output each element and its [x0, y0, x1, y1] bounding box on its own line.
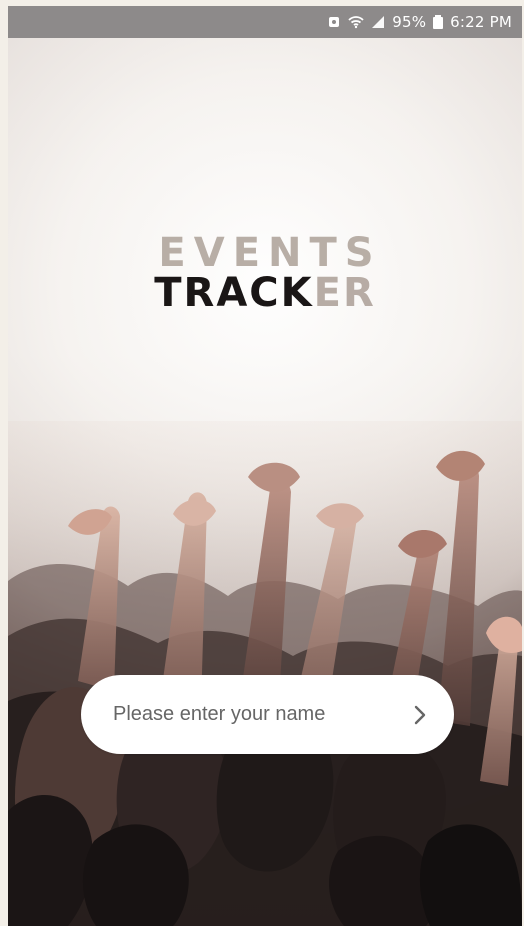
app-title-line-1: EVENTS — [158, 230, 382, 276]
app-screen: 95% 6:22 PM EVENTS TRACKER — [8, 6, 522, 926]
wifi-icon — [348, 14, 364, 30]
app-title-line-2: TRACKER — [8, 273, 522, 313]
battery-percent: 95% — [392, 13, 427, 31]
app-title-track: TRACK — [154, 270, 314, 316]
alarm-icon — [326, 14, 342, 30]
battery-icon — [432, 14, 444, 30]
status-bar-right: 95% 6:22 PM — [326, 6, 512, 38]
chevron-right-icon — [408, 703, 432, 727]
app-title-er: ER — [313, 270, 376, 316]
app-title: EVENTS TRACKER — [8, 233, 522, 313]
clock-time: 6:22 PM — [450, 13, 512, 31]
signal-icon — [370, 14, 386, 30]
crowd-silhouette-image — [8, 421, 522, 926]
submit-name-button[interactable] — [406, 701, 434, 729]
status-bar: 95% 6:22 PM — [8, 6, 522, 38]
name-input[interactable] — [113, 703, 406, 726]
name-entry-bar[interactable] — [81, 675, 454, 754]
